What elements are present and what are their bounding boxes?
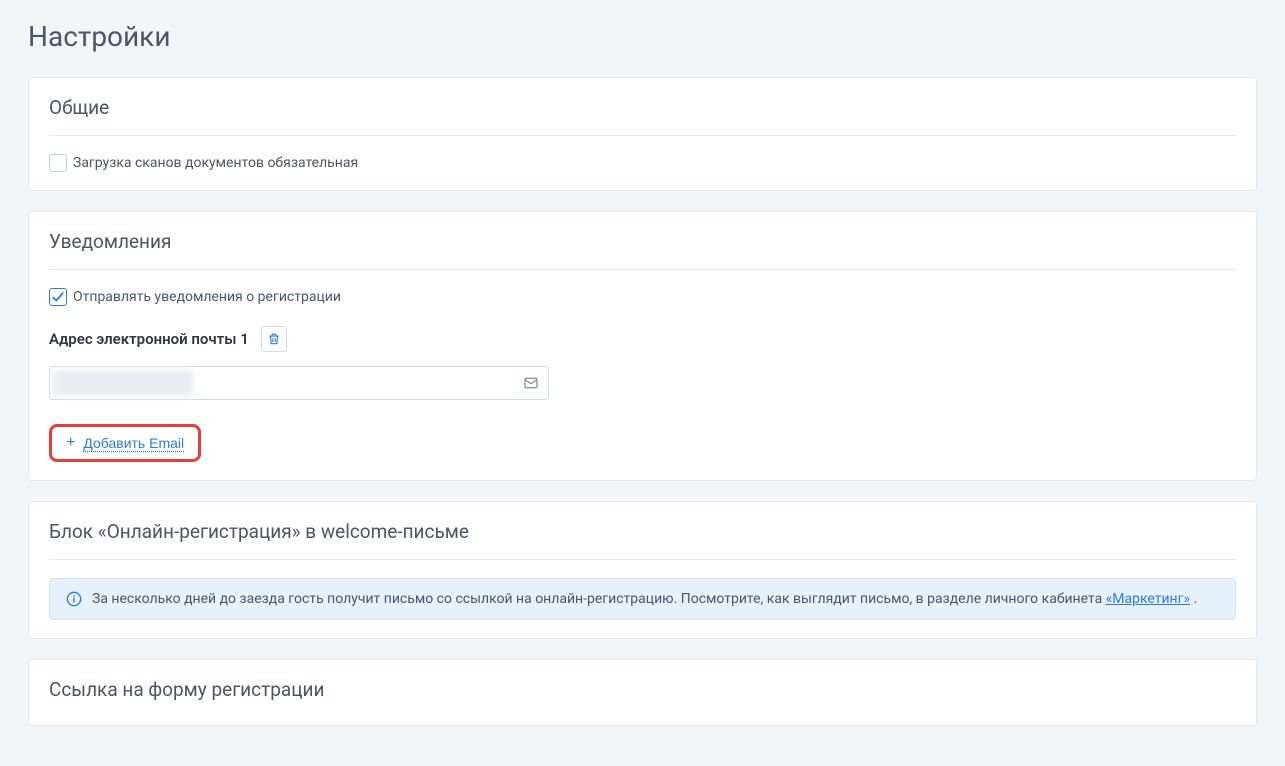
info-text: За несколько дней до заезда гость получи… [92,591,1106,607]
add-email-button[interactable]: + Добавить Email [49,424,201,462]
upload-scans-checkbox-row: Загрузка сканов документов обязательная [49,154,1236,172]
info-text-wrapper: За несколько дней до заезда гость получи… [92,591,1197,607]
trash-icon [267,332,281,346]
plus-icon: + [66,435,75,451]
send-notifications-checkbox-row: Отправлять уведомления о регистрации [49,288,1236,306]
general-card: Общие Загрузка сканов документов обязате… [28,77,1257,191]
email-field-label: Адрес электронной почты 1 [49,330,249,348]
delete-email-button[interactable] [261,326,287,352]
info-suffix: . [1190,591,1197,607]
send-notifications-label: Отправлять уведомления о регистрации [73,289,341,305]
email-input-wrapper [49,366,549,400]
registration-link-card: Ссылка на форму регистрации [28,659,1257,726]
info-icon [66,591,82,607]
welcome-block-card: Блок «Онлайн-регистрация» в welcome-пись… [28,501,1257,639]
marketing-link[interactable]: «Маркетинг» [1106,591,1190,607]
send-notifications-checkbox[interactable] [49,288,67,306]
info-banner: За несколько дней до заезда гость получи… [49,578,1236,620]
page-title: Настройки [28,20,1257,53]
email-input[interactable] [49,366,549,400]
add-email-label: Добавить Email [83,435,184,451]
check-icon [51,290,65,304]
email-field-label-row: Адрес электронной почты 1 [49,326,1236,352]
notifications-section-title: Уведомления [49,230,1236,270]
general-section-title: Общие [49,96,1236,136]
registration-link-title: Ссылка на форму регистрации [49,678,1236,707]
mail-icon [523,375,539,391]
notifications-card: Уведомления Отправлять уведомления о рег… [28,211,1257,481]
welcome-block-title: Блок «Онлайн-регистрация» в welcome-пись… [49,520,1236,560]
upload-scans-checkbox[interactable] [49,154,67,172]
upload-scans-label: Загрузка сканов документов обязательная [73,155,358,171]
